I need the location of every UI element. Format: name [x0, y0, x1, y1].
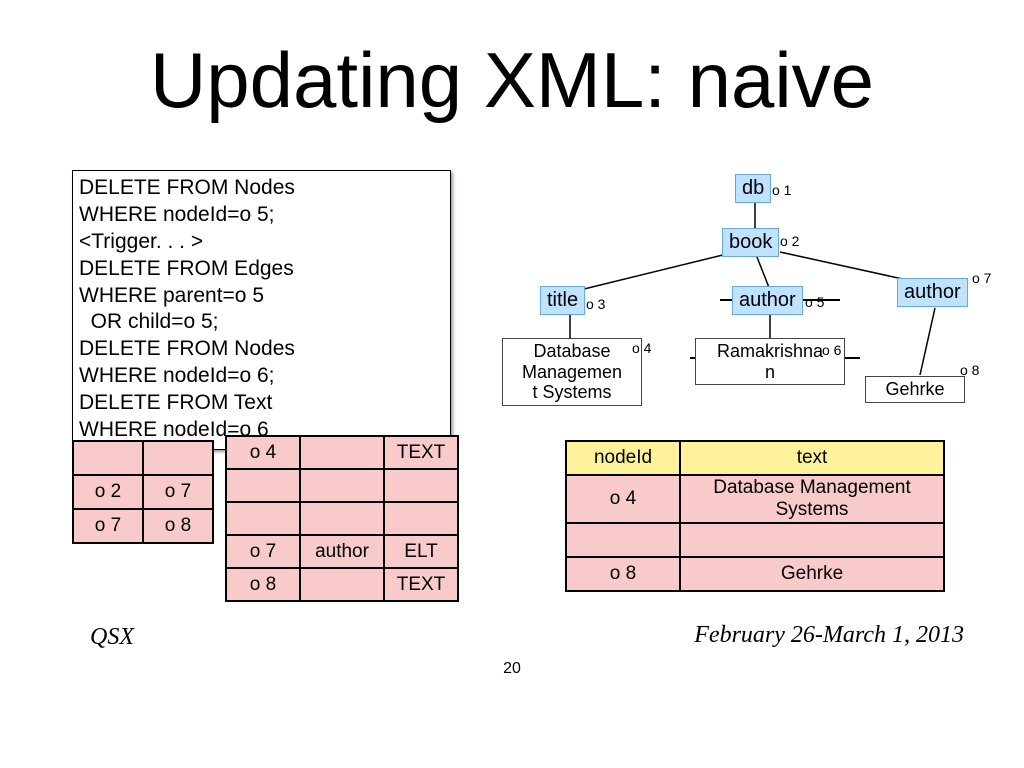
- cell: o 4: [566, 475, 680, 523]
- tree-node-author1: author: [732, 286, 803, 315]
- cell: o 4: [226, 436, 300, 469]
- cell: Gehrke: [680, 557, 944, 591]
- col-header: text: [680, 441, 944, 475]
- cell: TEXT: [384, 436, 458, 469]
- cell: o 2: [73, 475, 143, 509]
- table-row: o 7 author ELT: [226, 535, 458, 568]
- edges-table: o 2 o 7 o 7 o 8: [72, 440, 214, 544]
- xml-tree: db o 1 book o 2 title o 3 author o 5 aut…: [460, 170, 1020, 440]
- cell: TEXT: [384, 568, 458, 601]
- table-row: o 8 TEXT: [226, 568, 458, 601]
- leaf-text: Ramakrishna n: [700, 341, 840, 382]
- table-row: [226, 502, 458, 535]
- node-id: o 5: [805, 294, 824, 310]
- slide: Updating XML: naive DELETE FROM Nodes WH…: [0, 0, 1024, 768]
- node-id: o 3: [586, 296, 605, 312]
- cell: o 8: [143, 509, 213, 543]
- table-header-row: nodeId text: [566, 441, 944, 475]
- tree-node-author2: author: [897, 278, 968, 307]
- nodes-table: o 4 TEXT o 7 author ELT o 8 TEXT: [225, 435, 459, 602]
- table-row: o 8 Gehrke: [566, 557, 944, 591]
- tree-node-book: book: [722, 228, 779, 257]
- cell: ELT: [384, 535, 458, 568]
- cell: author: [300, 535, 384, 568]
- text-table: nodeId text o 4 Database Management Syst…: [565, 440, 945, 592]
- cell: o 8: [226, 568, 300, 601]
- cell: [300, 436, 384, 469]
- node-id: o 6: [822, 342, 841, 358]
- node-label: author: [739, 289, 796, 311]
- tree-node-title: title: [540, 286, 585, 315]
- footer-right: February 26-March 1, 2013: [694, 622, 964, 649]
- table-row: [73, 441, 213, 475]
- tree-node-db: db: [735, 174, 771, 203]
- tree-leaf-title: Database Managemen t Systems: [502, 338, 642, 406]
- cell: [300, 568, 384, 601]
- node-id: o 4: [632, 340, 651, 356]
- table-row: o 4 TEXT: [226, 436, 458, 469]
- tree-leaf-author2: Gehrke: [865, 376, 965, 403]
- table-row: [566, 523, 944, 557]
- cell: o 7: [73, 509, 143, 543]
- table-row: o 2 o 7: [73, 475, 213, 509]
- leaf-text: Gehrke: [885, 379, 944, 399]
- table-row: o 7 o 8: [73, 509, 213, 543]
- node-label: title: [547, 289, 578, 311]
- table-row: [226, 469, 458, 502]
- node-label: db: [742, 177, 764, 199]
- footer-left: QSX: [90, 624, 134, 651]
- table-row: o 4 Database Management Systems: [566, 475, 944, 523]
- page-number: 20: [0, 660, 1024, 678]
- node-label: author: [904, 281, 961, 303]
- sql-box: DELETE FROM Nodes WHERE nodeId=o 5; <Tri…: [72, 170, 451, 450]
- node-id: o 1: [772, 182, 791, 198]
- cell: o 8: [566, 557, 680, 591]
- col-header: nodeId: [566, 441, 680, 475]
- slide-title: Updating XML: naive: [0, 35, 1024, 126]
- node-id: o 8: [960, 362, 979, 378]
- node-label: book: [729, 231, 772, 253]
- cell: Database Management Systems: [680, 475, 944, 523]
- cell: o 7: [143, 475, 213, 509]
- node-id: o 7: [972, 270, 991, 286]
- node-id: o 2: [780, 233, 799, 249]
- leaf-text: Database Managemen t Systems: [507, 341, 637, 403]
- cell: o 7: [226, 535, 300, 568]
